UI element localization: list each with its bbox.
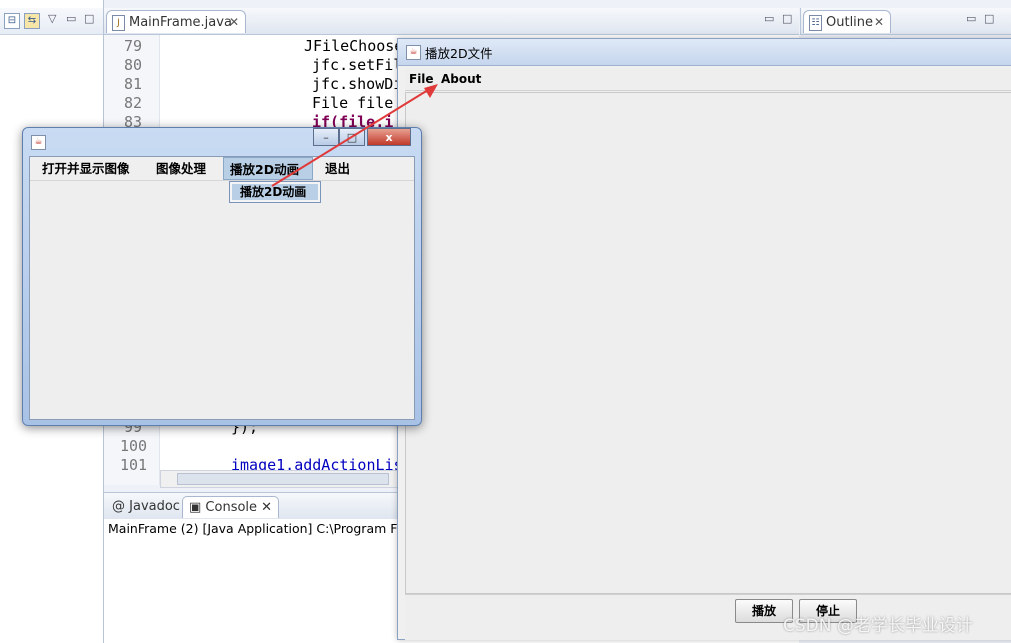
annotation-arrow xyxy=(271,84,438,187)
watermark: CSDN @老学长毕业设计 xyxy=(783,616,973,636)
arrow-head xyxy=(424,84,438,98)
arrow-line xyxy=(271,89,429,187)
